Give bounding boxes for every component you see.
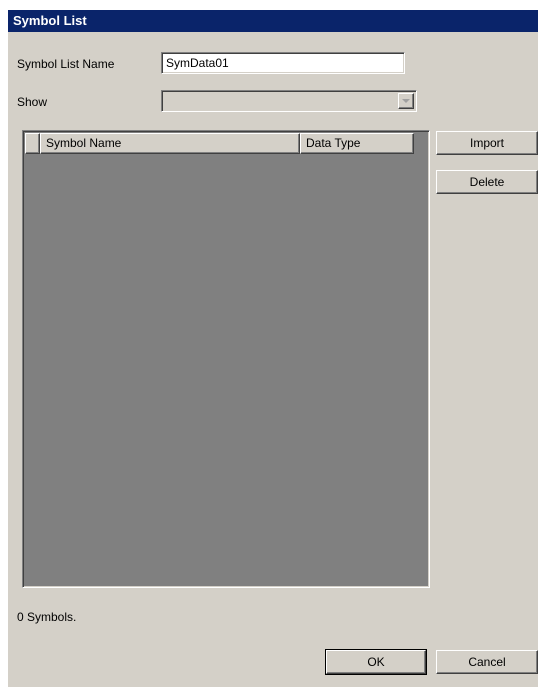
table-header: Symbol Name Data Type [25,133,414,154]
symbol-list-dialog: Symbol List Symbol List Name Show Symbol… [8,10,538,687]
column-header-data-type[interactable]: Data Type [300,133,414,154]
symbol-list-name-label: Symbol List Name [17,57,115,71]
column-header-symbol-name[interactable]: Symbol Name [40,133,300,154]
ok-button[interactable]: OK [325,649,427,675]
chevron-down-icon[interactable] [398,93,414,109]
symbol-list-name-input[interactable] [161,52,405,74]
show-label: Show [17,95,48,109]
dialog-title: Symbol List [8,10,538,32]
symbol-table[interactable]: Symbol Name Data Type [22,130,430,588]
column-header-select[interactable] [25,133,40,154]
symbol-count-status: 0 Symbols. [17,610,77,624]
cancel-button[interactable]: Cancel [436,650,538,674]
import-button[interactable]: Import [436,131,538,155]
show-dropdown[interactable] [161,90,417,112]
delete-button[interactable]: Delete [436,170,538,194]
